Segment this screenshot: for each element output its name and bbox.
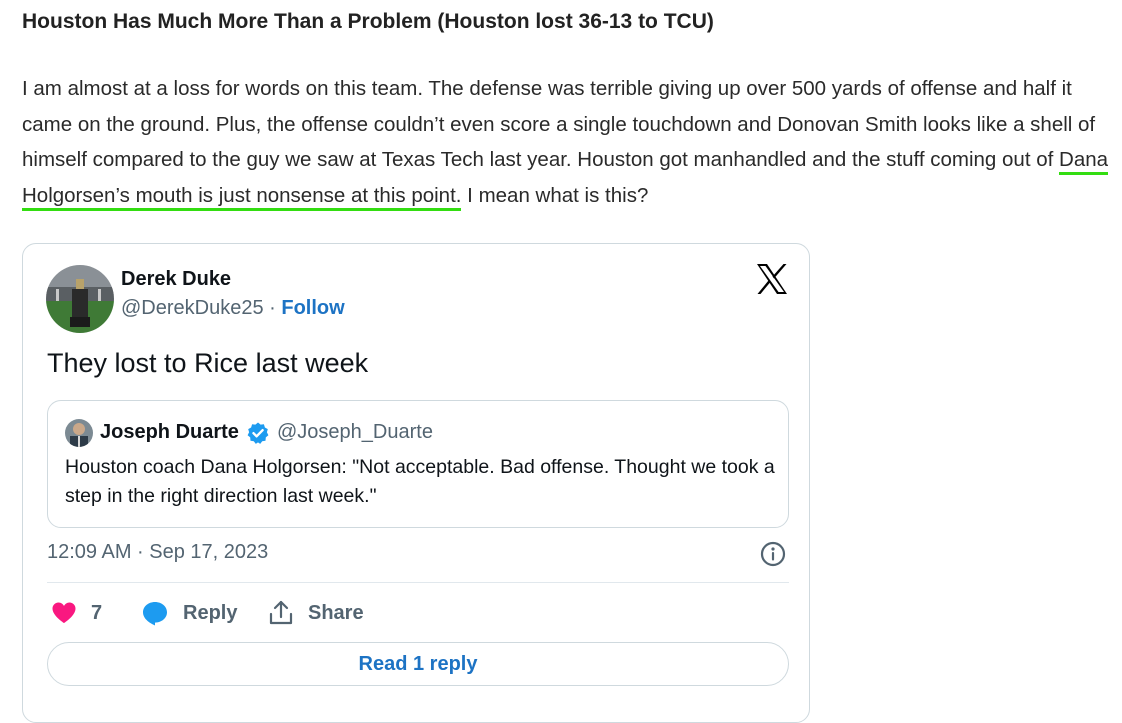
share-button[interactable]: Share [268,597,364,629]
article-headline: Houston Has Much More Than a Problem (Ho… [22,10,714,33]
author-name[interactable]: Derek Duke [121,268,231,291]
follow-button[interactable]: Follow [281,297,344,319]
like-button[interactable]: 7 [51,597,102,629]
verified-badge-icon [246,421,270,445]
embedded-tweet-card: Derek Duke @DerekDuke25 · Follow They lo… [22,243,810,723]
quoted-tweet-text: Houston coach Dana Holgorsen: "Not accep… [65,456,775,507]
tweet-timestamp[interactable]: 12:09 AM · Sep 17, 2023 [47,541,268,564]
quoted-author-name[interactable]: Joseph Duarte [100,421,239,444]
author-avatar[interactable] [46,265,114,333]
paragraph-text-before: I am almost at a loss for words on this … [22,77,1096,171]
article-paragraph: I am almost at a loss for words on this … [22,71,1112,213]
info-icon[interactable] [760,541,786,567]
reply-label: Reply [183,601,238,624]
like-count: 7 [91,601,103,624]
quoted-tweet[interactable]: Joseph Duarte @Joseph_Duarte Houston coa… [47,400,789,528]
tweet-text: They lost to Rice last week [47,348,369,378]
reply-button[interactable]: Reply [141,597,237,629]
author-handle-row: @DerekDuke25 · Follow [121,297,345,320]
quoted-author-avatar[interactable] [65,419,93,447]
speech-bubble-icon [143,602,167,626]
author-handle[interactable]: @DerekDuke25 [121,297,264,319]
x-logo-icon[interactable] [754,261,790,297]
tweet-divider [47,582,789,583]
share-upload-icon [269,600,293,625]
read-replies-button[interactable]: Read 1 reply [47,642,789,686]
paragraph-text-after: I mean what is this? [461,183,649,207]
quoted-author-handle[interactable]: @Joseph_Duarte [277,421,433,444]
share-label: Share [308,601,364,624]
handle-separator: · [263,297,282,319]
heart-icon [52,602,76,623]
